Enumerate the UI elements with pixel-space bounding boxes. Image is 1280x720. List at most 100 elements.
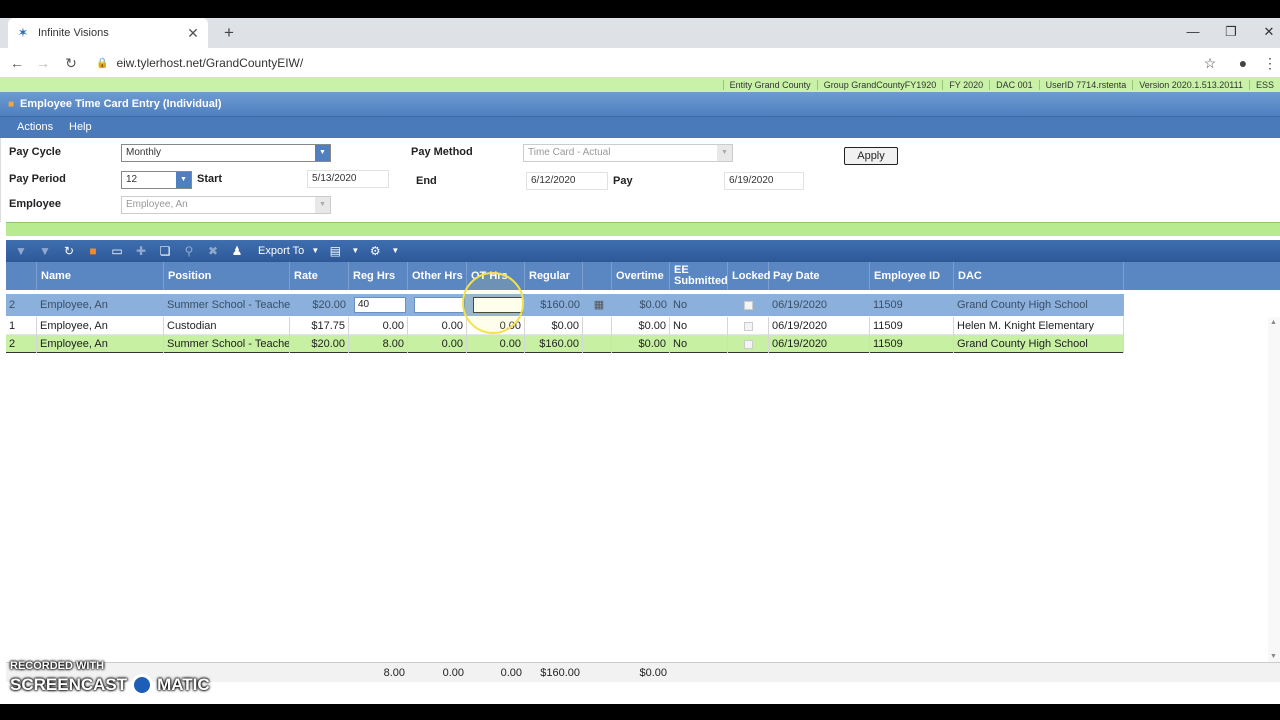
edit-row-ee-submitted: No: [673, 299, 688, 311]
col-header-ee-submitted[interactable]: EE Submitted: [670, 262, 728, 290]
row-locked[interactable]: [728, 317, 769, 335]
minimize-icon[interactable]: —: [1174, 18, 1212, 48]
copy-icon[interactable]: ❏: [156, 243, 174, 259]
row-locked[interactable]: [728, 335, 769, 353]
employee-value: Employee, An: [126, 199, 188, 210]
col-header-dac[interactable]: DAC: [954, 262, 1124, 290]
menu-actions[interactable]: Actions: [17, 121, 53, 133]
close-tab-icon[interactable]: ✕: [186, 25, 200, 42]
edit-row-overtime: $0.00: [639, 299, 667, 311]
grid-scrollbar[interactable]: ▲ ▼: [1268, 317, 1280, 662]
calculator-icon[interactable]: ▦: [589, 294, 609, 316]
pay-label: Pay: [613, 175, 633, 187]
other-hrs-input[interactable]: [414, 297, 465, 313]
clear-filter-icon[interactable]: ▼: [36, 243, 54, 259]
total-reg-hrs: 8.00: [383, 667, 405, 679]
pay-period-select[interactable]: 12 ▼: [121, 171, 192, 189]
restore-icon[interactable]: ❐: [1212, 18, 1250, 48]
bookmark-star-icon[interactable]: ☆: [1200, 53, 1220, 73]
layout-icon[interactable]: ■: [84, 243, 102, 259]
pay-method-label: Pay Method: [411, 146, 473, 158]
row-name: Employee, An: [37, 317, 164, 335]
browser-menu-icon[interactable]: ⋮: [1260, 53, 1280, 73]
watermark-matic: MATIC: [157, 675, 210, 694]
col-header-reg-hrs[interactable]: Reg Hrs: [349, 262, 408, 290]
checkbox-icon[interactable]: [744, 300, 753, 310]
watermark-line2: SCREENCAST MATIC: [10, 674, 210, 696]
screen-top-border: [0, 0, 1280, 18]
window-view-icon[interactable]: ▭: [108, 243, 126, 259]
row-num: 2: [6, 335, 37, 353]
row-employee-id: 11509: [870, 335, 954, 353]
export-to-menu[interactable]: Export To: [258, 245, 304, 257]
start-label: Start: [197, 173, 223, 185]
employee-select[interactable]: Employee, An ▼: [121, 196, 331, 214]
edit-row-position: Summer School - Teacher: [167, 299, 290, 311]
col-header-employee-id[interactable]: Employee ID: [870, 262, 954, 290]
filter-icon[interactable]: ▼: [12, 243, 30, 259]
back-arrow-icon[interactable]: ←: [7, 53, 27, 73]
columns-icon[interactable]: ▤: [326, 243, 344, 259]
checkbox-icon[interactable]: [743, 321, 753, 331]
reload-icon[interactable]: ↻: [61, 53, 81, 73]
pay-filter-form: Pay Cycle Monthly ▼ Pay Period 12 ▼ Star…: [0, 138, 1280, 222]
window-title-bar: ■ Employee Time Card Entry (Individual): [0, 92, 1280, 116]
end-label: End: [416, 175, 437, 187]
col-header-other-hrs[interactable]: Other Hrs: [408, 262, 467, 290]
edit-row[interactable]: 2 Employee, An Summer School - Teacher $…: [6, 294, 1124, 316]
watermark-line1: RECORDED WITH: [10, 660, 105, 672]
ess-info: ESS: [1248, 80, 1280, 90]
col-header-regular[interactable]: Regular: [525, 262, 583, 290]
gear-icon[interactable]: ⚙: [366, 243, 384, 259]
pay-cycle-select[interactable]: Monthly ▼: [121, 144, 331, 162]
table-row[interactable]: 2 Employee, An Summer School - Teacher $…: [6, 335, 1124, 353]
col-header-pay-date[interactable]: Pay Date: [769, 262, 870, 290]
total-regular: $160.00: [540, 667, 580, 679]
end-date-field[interactable]: 6/12/2020: [526, 172, 608, 190]
chevron-down-icon[interactable]: ▼: [315, 197, 330, 213]
apply-button[interactable]: Apply: [844, 147, 898, 165]
col-header-overtime[interactable]: Overtime: [612, 262, 670, 290]
delete-icon[interactable]: ✖: [204, 243, 222, 259]
pay-method-value: Time Card - Actual: [528, 147, 611, 158]
scroll-down-icon[interactable]: ▼: [1270, 653, 1277, 660]
profile-icon[interactable]: ●: [1233, 53, 1253, 73]
forward-arrow-icon[interactable]: →: [33, 53, 53, 73]
start-date-field[interactable]: 5/13/2020: [307, 170, 389, 188]
close-window-icon[interactable]: ✕: [1250, 18, 1280, 48]
checkbox-icon[interactable]: [743, 339, 753, 349]
pay-date-field[interactable]: 6/19/2020: [724, 172, 804, 190]
pay-period-value: 12: [126, 174, 138, 185]
chevron-down-icon[interactable]: ▼: [717, 145, 732, 161]
total-other-hrs: 0.00: [442, 667, 464, 679]
chevron-down-icon[interactable]: ▼: [315, 145, 330, 161]
window-icon: ■: [8, 98, 15, 110]
col-header-num: [6, 262, 37, 290]
col-header-rate[interactable]: Rate: [290, 262, 349, 290]
search-icon[interactable]: ⚲: [180, 243, 198, 259]
pay-method-select[interactable]: Time Card - Actual ▼: [523, 144, 733, 162]
url-field[interactable]: 🔒 eiw.tylerhost.net/GrandCountyEIW/: [96, 52, 1186, 74]
browser-tab[interactable]: ✶ Infinite Visions ✕: [8, 18, 208, 48]
table-row[interactable]: 1 Employee, An Custodian $17.75 0.00 0.0…: [6, 317, 1124, 335]
chevron-down-icon[interactable]: ▼: [176, 172, 191, 188]
add-icon[interactable]: ✚: [132, 243, 150, 259]
refresh-icon[interactable]: ↻: [60, 243, 78, 259]
pay-cycle-value: Monthly: [126, 147, 162, 158]
chevron-down-icon[interactable]: ▼: [350, 243, 360, 259]
row-pay-date: 06/19/2020: [769, 335, 870, 353]
col-header-name[interactable]: Name: [37, 262, 164, 290]
chevron-down-icon[interactable]: ▼: [390, 243, 400, 259]
reg-hrs-input[interactable]: 40: [354, 297, 406, 313]
new-tab-button[interactable]: +: [218, 22, 240, 44]
chevron-down-icon[interactable]: ▼: [310, 243, 320, 259]
col-header-locked[interactable]: Locked: [728, 262, 771, 290]
form-collapse-bar[interactable]: [6, 222, 1280, 236]
menu-help[interactable]: Help: [69, 121, 92, 133]
row-reg-hrs: 8.00: [349, 335, 408, 353]
row-dac: Helen M. Knight Elementary: [954, 317, 1124, 335]
scroll-up-icon[interactable]: ▲: [1270, 319, 1277, 326]
edit-row-locked-checkbox[interactable]: [728, 294, 769, 316]
user-icon[interactable]: ♟: [228, 243, 246, 259]
col-header-position[interactable]: Position: [164, 262, 290, 290]
